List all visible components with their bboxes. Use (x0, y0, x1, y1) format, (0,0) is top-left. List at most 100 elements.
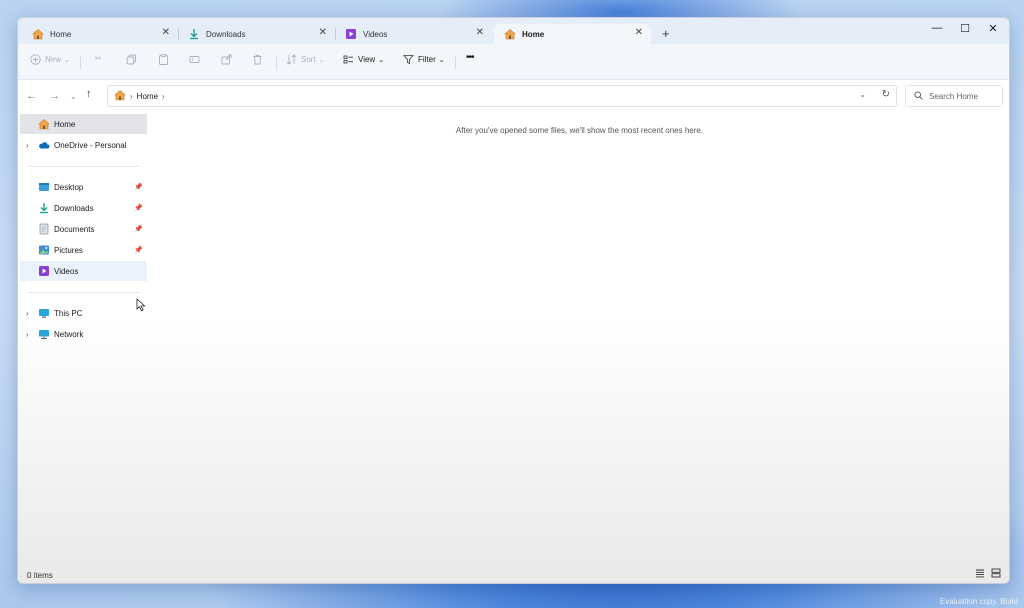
sort-icon (286, 54, 297, 65)
empty-recent-message: After you've opened some files, we'll sh… (455, 126, 704, 135)
tab-home-1[interactable]: Home ✕ (22, 24, 179, 44)
search-input[interactable]: Search Home (905, 85, 1003, 107)
sidebar-item-network[interactable]: › Network (20, 324, 147, 344)
evaluation-watermark: Evaluation copy. Build (939, 597, 1018, 606)
sidebar-item-this-pc[interactable]: › This PC (20, 303, 147, 323)
sidebar-item-desktop[interactable]: Desktop 📌 (20, 177, 147, 197)
navigation-pane: Home › OneDrive - Personal Desktop 📌 Dow… (18, 114, 148, 544)
close-tab-icon[interactable]: ✕ (319, 27, 327, 38)
pin-icon[interactable]: 📌 (134, 246, 143, 254)
home-icon (32, 28, 44, 40)
mouse-cursor-icon (136, 298, 146, 312)
cut-button[interactable]: ✂ (95, 54, 102, 63)
copy-icon (126, 54, 136, 65)
new-tab-button[interactable]: + (662, 26, 670, 41)
toolbar-divider (455, 56, 456, 70)
pin-icon[interactable]: 📌 (134, 204, 143, 212)
toolbar-divider (80, 56, 81, 70)
chevron-right-icon[interactable]: › (26, 309, 29, 318)
tab-label: Home (522, 29, 545, 39)
close-window-button[interactable]: ✕ (980, 22, 1006, 35)
close-tab-icon[interactable]: ✕ (162, 27, 170, 38)
breadcrumb-separator[interactable]: › (130, 92, 133, 101)
sort-label: Sort (301, 55, 316, 64)
tab-label: Downloads (206, 29, 246, 39)
download-icon (38, 202, 50, 214)
paste-button[interactable] (158, 54, 173, 65)
sidebar-item-onedrive[interactable]: › OneDrive - Personal (20, 135, 147, 155)
videos-icon (345, 28, 357, 40)
view-icon (343, 55, 353, 64)
more-options-button[interactable]: ••• (466, 52, 474, 63)
refresh-icon[interactable]: ↻ (882, 89, 890, 100)
cloud-icon (38, 139, 50, 151)
up-button[interactable]: ↑ (86, 88, 92, 100)
network-icon (38, 328, 50, 340)
chevron-right-icon[interactable]: › (26, 141, 29, 150)
tab-label: Videos (363, 29, 388, 39)
sort-button[interactable]: Sort ⌄ (286, 54, 325, 65)
new-button[interactable]: New ⌄ (30, 54, 70, 65)
address-bar[interactable]: › Home › ⌄ ↻ (107, 85, 897, 107)
tiles-view-icon[interactable] (991, 568, 1001, 580)
new-label: New (45, 55, 62, 64)
search-placeholder: Search Home (929, 91, 978, 101)
sidebar-item-label: Videos (54, 266, 79, 276)
chevron-down-icon[interactable]: ⌄ (859, 90, 866, 99)
sidebar-item-pictures[interactable]: Pictures 📌 (20, 240, 147, 260)
breadcrumb-separator[interactable]: › (162, 92, 165, 101)
command-bar: New ⌄ ✂ Sort ⌄ View ⌄ Filter ⌄ ••• (18, 44, 1009, 80)
search-icon (914, 90, 923, 102)
view-toggle-group (975, 568, 1001, 580)
tab-home-active[interactable]: Home ✕ (494, 24, 651, 44)
document-icon (38, 223, 50, 235)
sidebar-item-label: Downloads (54, 203, 94, 213)
tab-videos[interactable]: Videos ✕ (335, 24, 492, 44)
back-button[interactable]: ← (26, 90, 37, 102)
file-explorer-window: Home ✕ Downloads ✕ Videos ✕ Home ✕ + — ☐… (17, 17, 1010, 584)
view-label: View (358, 55, 376, 64)
chevron-down-icon: ⌄ (438, 56, 445, 64)
sidebar-item-downloads[interactable]: Downloads 📌 (20, 198, 147, 218)
share-button[interactable] (221, 54, 236, 65)
close-tab-icon[interactable]: ✕ (476, 27, 484, 38)
add-icon (30, 54, 41, 65)
pin-icon[interactable]: 📌 (134, 183, 143, 191)
sidebar-item-label: Pictures (54, 245, 83, 255)
home-icon (38, 118, 50, 130)
tab-downloads[interactable]: Downloads ✕ (178, 24, 336, 44)
breadcrumb-home[interactable]: Home (137, 92, 158, 101)
desktop-icon (38, 181, 50, 193)
recent-locations-button[interactable]: ⌄ (70, 92, 77, 101)
view-button[interactable]: View ⌄ (343, 54, 384, 65)
maximize-button[interactable]: ☐ (952, 22, 978, 35)
close-tab-icon[interactable]: ✕ (635, 27, 643, 38)
toolbar-divider (276, 56, 277, 70)
delete-button[interactable] (252, 54, 267, 65)
pictures-icon (38, 244, 50, 256)
home-icon (114, 89, 126, 103)
paste-icon (159, 54, 168, 65)
forward-button[interactable]: → (49, 90, 60, 102)
pin-icon[interactable]: 📌 (134, 225, 143, 233)
sidebar-item-documents[interactable]: Documents 📌 (20, 219, 147, 239)
trash-icon (253, 54, 262, 65)
rename-button[interactable] (189, 54, 204, 65)
details-view-icon[interactable] (975, 568, 985, 580)
item-count: 0 items (27, 570, 53, 580)
copy-button[interactable] (126, 54, 141, 65)
filter-label: Filter (418, 55, 436, 64)
videos-icon (38, 265, 50, 277)
tab-label: Home (50, 29, 72, 39)
rename-icon (189, 56, 200, 63)
home-icon (504, 28, 516, 40)
sidebar-item-home[interactable]: Home (20, 114, 147, 134)
sidebar-divider (28, 292, 140, 293)
chevron-right-icon[interactable]: › (26, 330, 29, 339)
filter-button[interactable]: Filter ⌄ (403, 54, 445, 65)
minimize-button[interactable]: — (924, 22, 950, 34)
sidebar-item-label: Network (54, 329, 84, 339)
sidebar-item-videos[interactable]: Videos (20, 261, 147, 281)
cut-icon: ✂ (95, 54, 102, 63)
sidebar-item-label: OneDrive - Personal (54, 140, 127, 150)
